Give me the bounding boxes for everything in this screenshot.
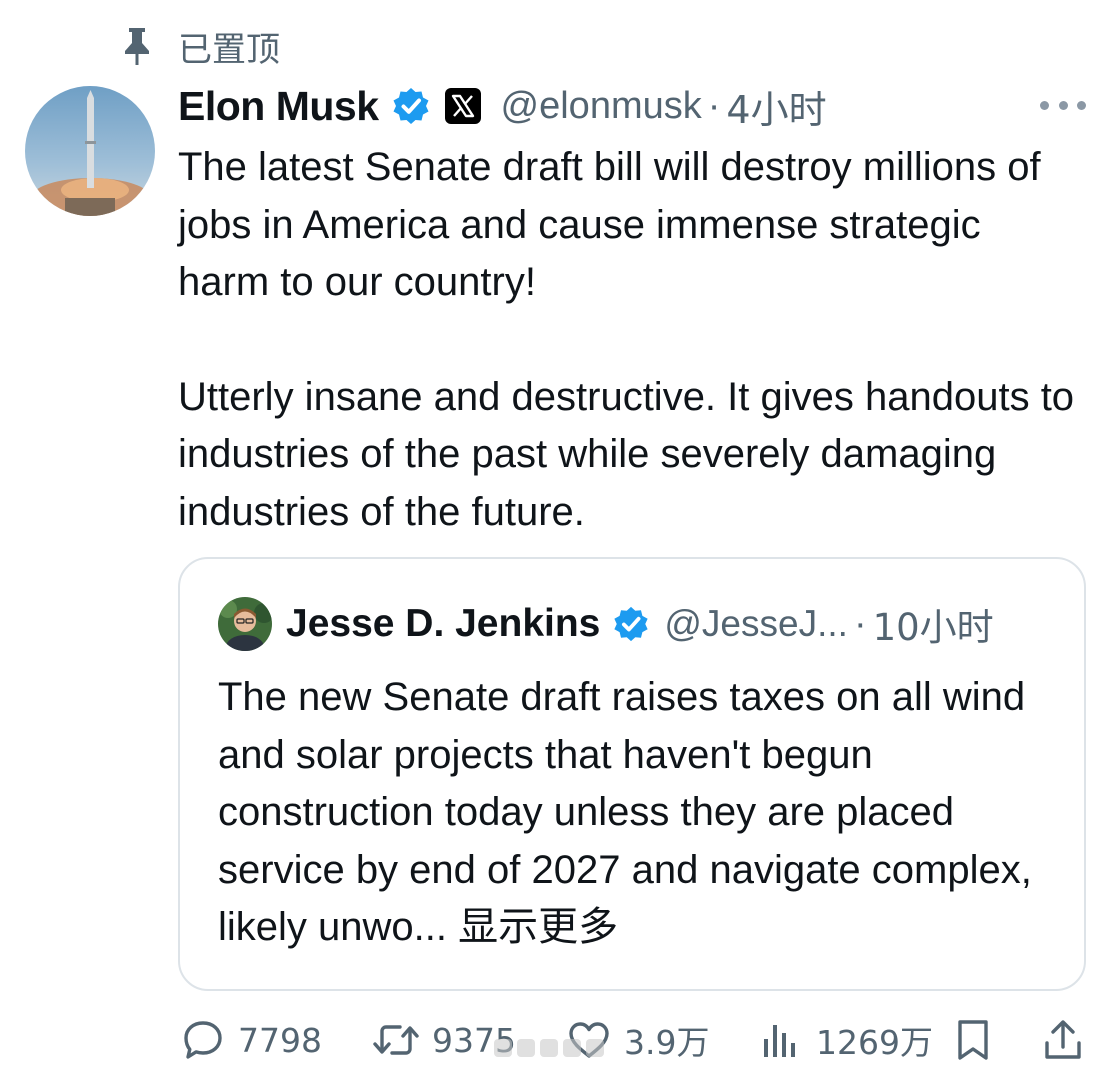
views-button[interactable]: 1269万 bbox=[758, 1012, 933, 1068]
pinned-indicator: 已置顶 bbox=[120, 24, 280, 70]
watermark-overlay bbox=[494, 1028, 624, 1068]
bookmark-icon bbox=[958, 1020, 988, 1060]
like-count: 3.9万 bbox=[624, 1023, 710, 1062]
quoted-tweet-time: 10小时 bbox=[872, 606, 994, 649]
separator-dot: · bbox=[707, 84, 721, 127]
verified-badge-icon[interactable] bbox=[391, 86, 431, 126]
show-more-link[interactable]: 显示更多 bbox=[458, 904, 618, 950]
tweet-text: The latest Senate draft bill will destro… bbox=[178, 139, 1078, 541]
more-dot bbox=[1077, 100, 1086, 110]
bookmark-button[interactable] bbox=[950, 1012, 996, 1068]
repost-icon bbox=[373, 1025, 419, 1055]
quoted-tweet-text: The new Senate draft raises taxes on all… bbox=[218, 669, 1068, 957]
watermark-glyph bbox=[563, 1039, 581, 1057]
more-dot bbox=[1058, 100, 1068, 110]
share-button[interactable] bbox=[1040, 1012, 1086, 1068]
author-handle[interactable]: @elonmusk bbox=[501, 85, 702, 128]
more-icon[interactable] bbox=[1040, 90, 1086, 120]
verified-badge-icon bbox=[612, 605, 650, 643]
reply-icon bbox=[184, 1021, 222, 1059]
watermark-glyph bbox=[494, 1039, 512, 1057]
quoted-author-name[interactable]: Jesse D. Jenkins bbox=[286, 602, 600, 646]
more-dot bbox=[1040, 100, 1049, 110]
pin-icon bbox=[120, 26, 154, 66]
views-count: 1269万 bbox=[816, 1023, 933, 1062]
reply-count: 7798 bbox=[238, 1020, 322, 1060]
tweet-header: Elon Musk @elonmusk · 4小时 bbox=[178, 80, 827, 132]
action-bar: 7798 9375 3.9万 1269万 bbox=[180, 1012, 1090, 1068]
pinned-label: 已置顶 bbox=[178, 29, 280, 70]
x-logo-icon bbox=[444, 88, 481, 124]
quoted-tweet-header: Jesse D. Jenkins @JesseJ... · 10小时 bbox=[218, 596, 994, 652]
views-icon bbox=[764, 1025, 795, 1057]
quoted-author-handle[interactable]: @JesseJ... bbox=[664, 603, 848, 645]
tweet-time[interactable]: 4小时 bbox=[726, 79, 826, 134]
avatar[interactable] bbox=[25, 86, 155, 216]
watermark-glyph bbox=[540, 1039, 558, 1057]
quoted-text-body: The new Senate draft raises taxes on all… bbox=[218, 675, 1032, 949]
watermark-glyph bbox=[586, 1039, 604, 1057]
quoted-avatar bbox=[218, 597, 272, 651]
tweet-paragraph: The latest Senate draft bill will destro… bbox=[178, 145, 1041, 304]
author-name[interactable]: Elon Musk bbox=[178, 83, 379, 130]
reply-button[interactable]: 7798 bbox=[180, 1012, 322, 1068]
share-icon bbox=[1045, 1020, 1081, 1059]
quoted-tweet[interactable]: Jesse D. Jenkins @JesseJ... · 10小时 The n… bbox=[178, 557, 1086, 991]
tweet-paragraph: Utterly insane and destructive. It gives… bbox=[178, 374, 1075, 534]
separator-dot: · bbox=[853, 602, 867, 645]
watermark-glyph bbox=[517, 1039, 535, 1057]
